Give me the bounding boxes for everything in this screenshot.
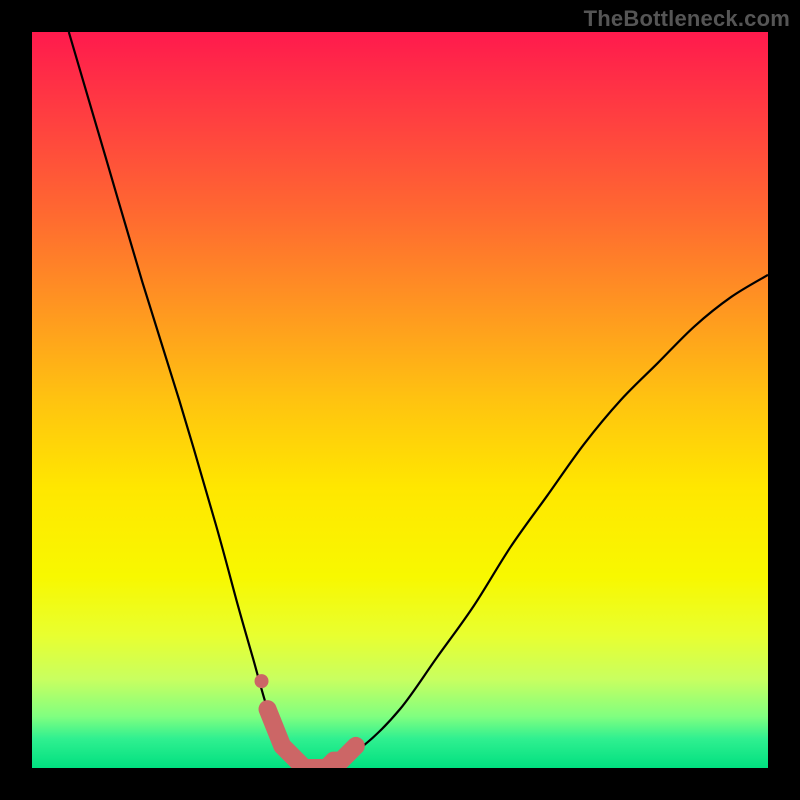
bottleneck-curve-path — [69, 32, 768, 768]
watermark-text: TheBottleneck.com — [584, 6, 790, 32]
optimal-region-band — [268, 709, 356, 768]
optimal-region-markers — [255, 674, 356, 768]
bottleneck-curve — [69, 32, 768, 768]
plot-area — [32, 32, 768, 768]
marker-dot — [255, 674, 269, 688]
curve-layer — [32, 32, 768, 768]
chart-frame: TheBottleneck.com — [0, 0, 800, 800]
